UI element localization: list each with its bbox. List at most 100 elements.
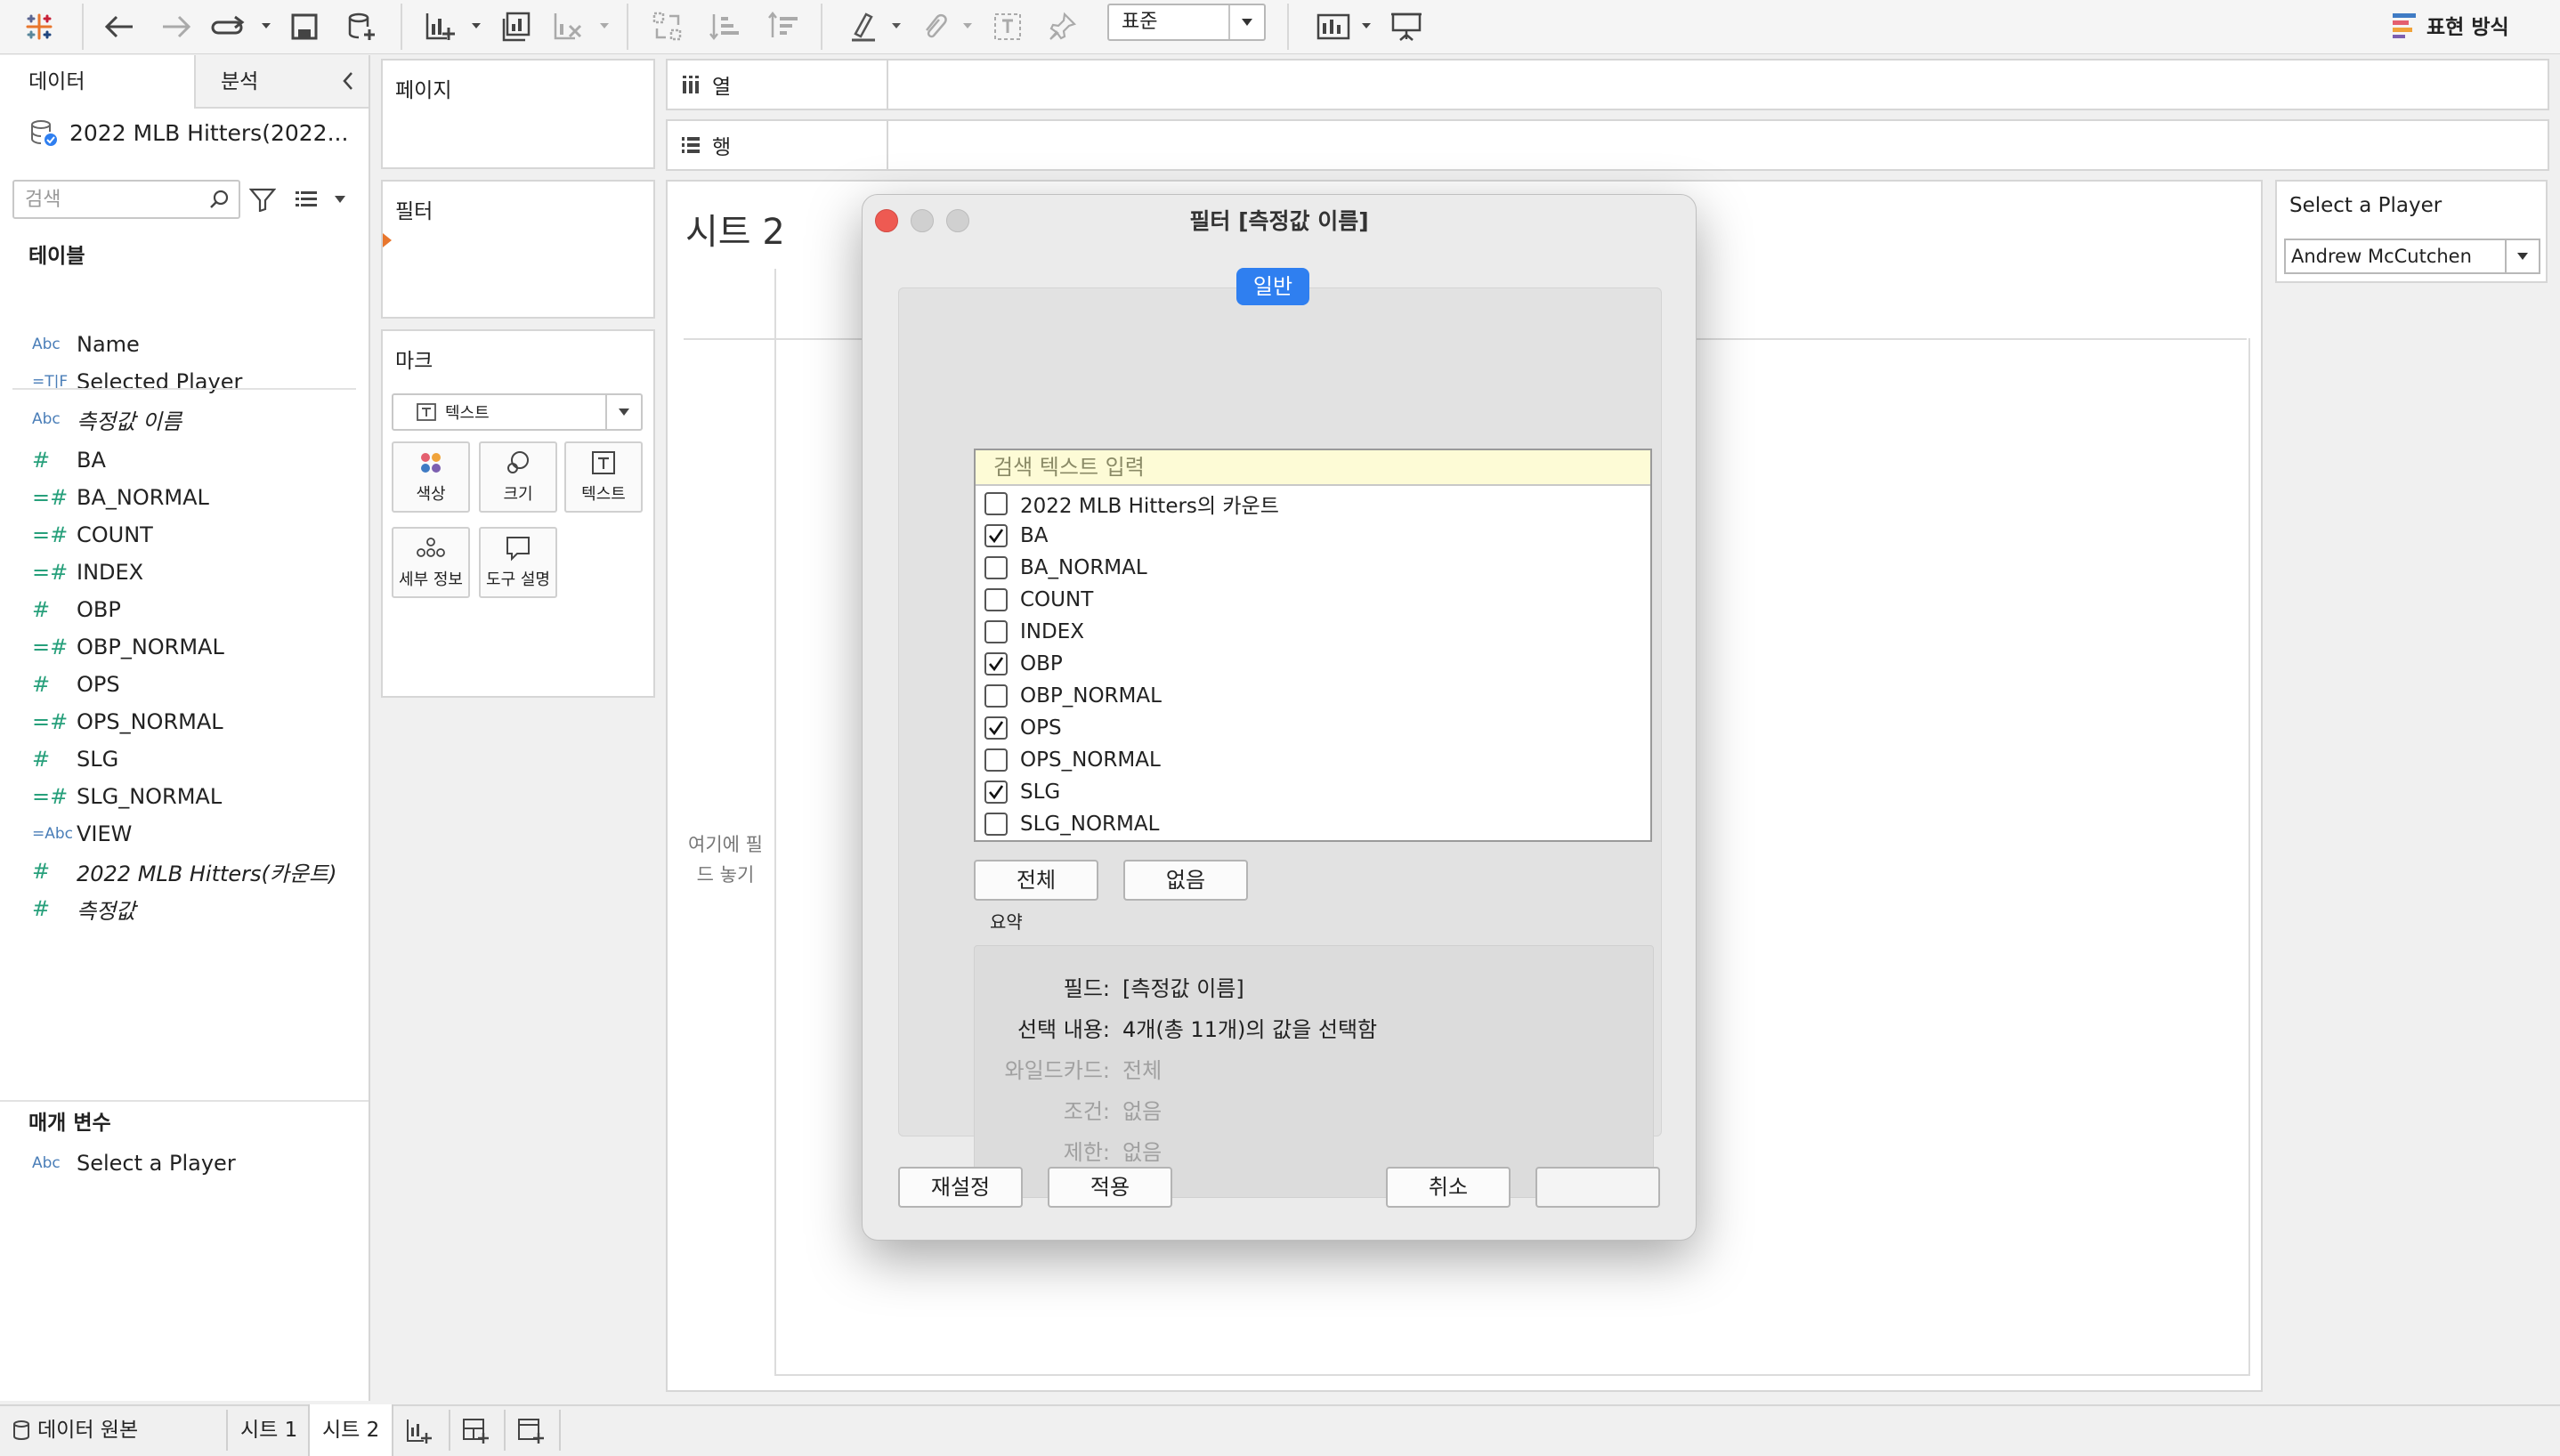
tooltip-mark-button[interactable]: 도구 설명 bbox=[479, 527, 557, 598]
list-search-box[interactable] bbox=[976, 450, 1650, 486]
field-item[interactable]: # 측정값 bbox=[32, 892, 135, 926]
tab-data[interactable]: 데이터 bbox=[0, 55, 194, 109]
chevron-down-icon[interactable] bbox=[890, 20, 903, 32]
field-item[interactable]: =# COUNT bbox=[32, 518, 153, 552]
field-item[interactable]: =# BA_NORMAL bbox=[32, 481, 209, 514]
chevron-down-icon[interactable] bbox=[1228, 5, 1264, 39]
new-story-tab-icon[interactable] bbox=[516, 1417, 545, 1445]
swap-rows-columns-icon[interactable] bbox=[646, 5, 689, 48]
select-all-button[interactable]: 전체 bbox=[974, 860, 1098, 901]
tableau-logo-icon[interactable] bbox=[18, 5, 61, 48]
apply-button[interactable]: 적용 bbox=[1048, 1167, 1172, 1208]
redo-menu-icon[interactable] bbox=[208, 5, 251, 48]
sort-descending-icon[interactable] bbox=[762, 5, 805, 48]
member-checkbox[interactable] bbox=[984, 716, 1008, 740]
color-mark-button[interactable]: 색상 bbox=[392, 441, 470, 513]
duplicate-sheet-icon[interactable] bbox=[495, 5, 538, 48]
parameter-item[interactable]: Abc Select a Player bbox=[32, 1146, 236, 1180]
field-item[interactable]: =# SLG_NORMAL bbox=[32, 780, 222, 813]
member-checkbox[interactable] bbox=[984, 652, 1008, 675]
field-item[interactable]: Abc Name bbox=[32, 328, 140, 361]
member-checkbox[interactable] bbox=[984, 556, 1008, 579]
reset-button[interactable]: 재설정 bbox=[898, 1167, 1023, 1208]
back-arrow-icon[interactable] bbox=[98, 5, 141, 48]
field-item[interactable]: # OPS bbox=[32, 667, 120, 701]
drop-field-hint[interactable]: 여기에 필드 놓기 bbox=[685, 829, 766, 890]
show-cards-icon[interactable] bbox=[1312, 5, 1355, 48]
filter-funnel-icon[interactable] bbox=[249, 187, 276, 212]
member-checkbox[interactable] bbox=[984, 524, 1008, 547]
show-me-button[interactable]: 표현 방식 bbox=[2391, 7, 2509, 43]
chevron-down-icon[interactable] bbox=[598, 20, 611, 32]
member-item[interactable]: COUNT bbox=[984, 584, 1093, 616]
member-item[interactable]: BA_NORMAL bbox=[984, 552, 1147, 584]
data-source-item[interactable]: 2022 MLB Hitters(2022... bbox=[28, 117, 360, 148]
field-item[interactable]: # SLG bbox=[32, 742, 118, 776]
size-mark-button[interactable]: 크기 bbox=[479, 441, 557, 513]
new-worksheet-icon[interactable] bbox=[418, 5, 461, 48]
member-item[interactable]: 2022 MLB Hitters의 카운트 bbox=[984, 488, 1279, 520]
tab-general[interactable]: 일반 bbox=[1236, 268, 1309, 305]
select-none-button[interactable]: 없음 bbox=[1123, 860, 1248, 901]
tab-sheet-2[interactable]: 시트 2 bbox=[308, 1404, 394, 1456]
tab-sheet-1[interactable]: 시트 1 bbox=[240, 1406, 297, 1454]
pin-icon[interactable] bbox=[1041, 5, 1084, 48]
field-search-box[interactable] bbox=[12, 180, 240, 219]
pages-shelf[interactable]: 페이지 bbox=[381, 59, 655, 169]
list-search-input[interactable] bbox=[992, 450, 1618, 484]
new-worksheet-tab-icon[interactable] bbox=[404, 1417, 433, 1445]
member-checkbox[interactable] bbox=[984, 588, 1008, 611]
member-checkbox[interactable] bbox=[984, 813, 1008, 836]
tab-data-source[interactable]: 데이터 원본 bbox=[12, 1406, 138, 1454]
columns-shelf[interactable]: 열 bbox=[666, 59, 2549, 110]
view-list-icon[interactable] bbox=[294, 189, 319, 210]
new-dashboard-tab-icon[interactable] bbox=[461, 1417, 490, 1445]
rows-shelf[interactable]: 행 bbox=[666, 119, 2549, 171]
member-item[interactable]: OPS_NORMAL bbox=[984, 744, 1161, 776]
member-item[interactable]: SLG bbox=[984, 776, 1060, 808]
chevron-down-icon[interactable] bbox=[605, 395, 641, 429]
chevron-down-icon[interactable] bbox=[260, 20, 272, 32]
search-icon[interactable] bbox=[208, 189, 230, 210]
sheet-title[interactable]: 시트 2 bbox=[685, 203, 785, 255]
member-checkbox[interactable] bbox=[984, 684, 1008, 708]
field-item[interactable]: #2022 MLB Hitters(카운트) bbox=[32, 854, 337, 888]
new-data-source-icon[interactable] bbox=[340, 5, 383, 48]
member-checkbox[interactable] bbox=[984, 620, 1008, 643]
highlight-pen-icon[interactable] bbox=[842, 5, 885, 48]
chevron-down-icon[interactable] bbox=[470, 20, 482, 32]
filters-shelf[interactable]: 필터 bbox=[381, 180, 655, 319]
field-item[interactable]: =# OPS_NORMAL bbox=[32, 705, 223, 739]
zoom-window-icon[interactable] bbox=[946, 209, 969, 232]
forward-arrow-icon[interactable] bbox=[155, 5, 198, 48]
member-item[interactable]: OBP_NORMAL bbox=[984, 680, 1162, 712]
show-labels-icon[interactable] bbox=[986, 5, 1029, 48]
fit-select[interactable]: 표준 bbox=[1107, 4, 1266, 41]
field-item[interactable]: =Abc VIEW bbox=[32, 817, 132, 851]
member-checkbox[interactable] bbox=[984, 781, 1008, 804]
ok-button[interactable]: 확인 bbox=[1535, 1167, 1660, 1208]
chevron-down-icon[interactable] bbox=[2505, 240, 2539, 272]
group-paperclip-icon[interactable] bbox=[913, 5, 956, 48]
sort-ascending-icon[interactable] bbox=[703, 5, 746, 48]
field-item[interactable]: # BA bbox=[32, 443, 106, 477]
field-item[interactable]: # OBP bbox=[32, 593, 121, 627]
field-item[interactable]: =T|F Selected Player bbox=[32, 365, 242, 399]
member-checkbox[interactable] bbox=[984, 492, 1008, 515]
clear-sheet-icon[interactable] bbox=[547, 5, 589, 48]
presentation-mode-icon[interactable] bbox=[1385, 5, 1428, 48]
text-mark-button[interactable]: 텍스트 bbox=[564, 441, 643, 513]
member-item[interactable]: SLG_NORMAL bbox=[984, 808, 1159, 840]
field-item[interactable]: Abc 측정값 이름 bbox=[32, 402, 182, 436]
field-item[interactable]: =# INDEX bbox=[32, 555, 143, 589]
member-item[interactable]: OPS bbox=[984, 712, 1062, 744]
member-item[interactable]: BA bbox=[984, 520, 1049, 552]
minimize-window-icon[interactable] bbox=[911, 209, 934, 232]
detail-mark-button[interactable]: 세부 정보 bbox=[392, 527, 470, 598]
close-window-icon[interactable] bbox=[875, 209, 898, 232]
field-item[interactable]: =# OBP_NORMAL bbox=[32, 630, 224, 664]
member-checkbox[interactable] bbox=[984, 748, 1008, 772]
player-select[interactable]: Andrew McCutchen bbox=[2284, 239, 2540, 274]
cancel-button[interactable]: 취소 bbox=[1386, 1167, 1511, 1208]
chevron-down-icon[interactable] bbox=[333, 194, 347, 205]
